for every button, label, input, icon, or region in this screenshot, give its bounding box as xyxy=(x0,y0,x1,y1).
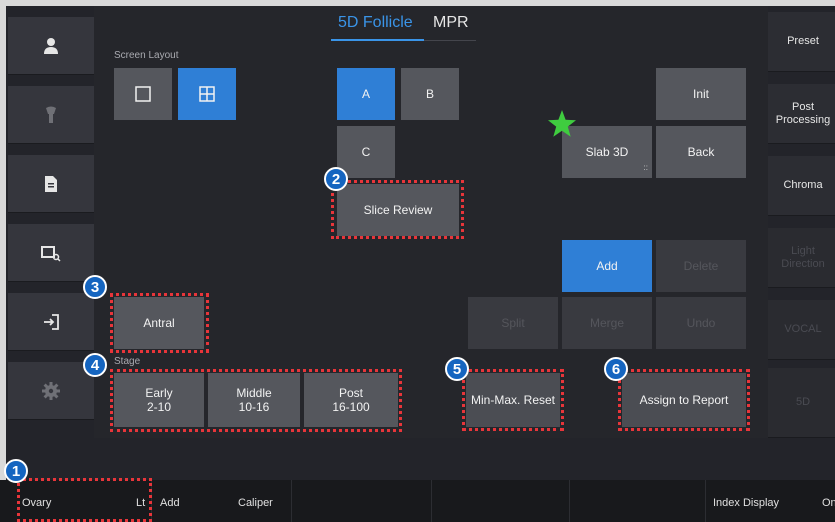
add-button[interactable]: Add xyxy=(562,240,652,292)
tab-mpr[interactable]: MPR xyxy=(433,14,469,32)
middle-stage-button[interactable]: Middle 10-16 xyxy=(208,373,300,427)
probe-icon xyxy=(46,106,56,123)
stage-label: Stage xyxy=(114,356,141,367)
add-caliper-selector[interactable]: Add Caliper xyxy=(152,480,292,522)
add-label: Add xyxy=(160,497,180,509)
star-icon xyxy=(548,110,576,137)
exit-icon xyxy=(44,313,59,330)
index-display-label: Index Display xyxy=(713,497,780,509)
init-button[interactable]: Init xyxy=(656,68,746,120)
document-icon xyxy=(45,175,57,192)
badge-3: 3 xyxy=(83,275,107,299)
post-stage-button[interactable]: Post 16-100 xyxy=(304,373,398,427)
gear-icon xyxy=(42,381,60,400)
undo-button[interactable]: Undo xyxy=(656,297,746,349)
ovary-selector[interactable]: Ovary Lt xyxy=(0,480,152,522)
badge-2: 2 xyxy=(324,167,348,191)
index-display-value: On xyxy=(822,497,835,509)
ovary-side-value: Lt xyxy=(136,497,146,509)
index-display-selector[interactable]: Index Display On xyxy=(706,480,835,522)
badge-5: 5 xyxy=(445,357,469,381)
review-button[interactable] xyxy=(8,224,94,282)
tab-divider xyxy=(424,40,476,41)
user-icon xyxy=(44,37,58,54)
split-button[interactable]: Split xyxy=(468,297,558,349)
view-c-button[interactable]: C xyxy=(337,126,395,178)
assign-to-report-button[interactable]: Assign to Report xyxy=(622,373,746,427)
antral-button[interactable]: Antral xyxy=(114,297,204,349)
slice-review-button[interactable]: Slice Review xyxy=(337,184,459,236)
chroma-button[interactable]: Chroma xyxy=(768,156,835,216)
bottom-slot-3[interactable] xyxy=(292,480,432,522)
bottom-slot-4[interactable] xyxy=(432,480,570,522)
grip-icon: :: xyxy=(643,163,648,172)
bottom-slot-5[interactable] xyxy=(570,480,706,522)
image-search-icon xyxy=(41,245,61,262)
badge-4: 4 xyxy=(83,353,107,377)
ovary-label: Ovary xyxy=(22,497,52,509)
single-view-icon xyxy=(135,86,151,102)
single-layout-button[interactable] xyxy=(114,68,172,120)
patient-button[interactable] xyxy=(8,17,94,75)
vocal-button[interactable]: VOCAL xyxy=(768,300,835,360)
badge-1: 1 xyxy=(4,459,28,483)
delete-button[interactable]: Delete xyxy=(656,240,746,292)
probe-button[interactable] xyxy=(8,86,94,144)
quad-layout-button[interactable] xyxy=(178,68,236,120)
badge-6: 6 xyxy=(604,357,628,381)
post-processing-button[interactable]: Post Processing xyxy=(768,84,835,144)
view-b-button[interactable]: B xyxy=(401,68,459,120)
early-stage-button[interactable]: Early 2-10 xyxy=(114,373,204,427)
caliper-value: Caliper xyxy=(238,497,273,509)
back-button[interactable]: Back xyxy=(656,126,746,178)
tab-5d-follicle[interactable]: 5D Follicle xyxy=(338,14,413,32)
settings-button[interactable] xyxy=(8,362,94,420)
report-button[interactable] xyxy=(8,155,94,213)
screen-layout-label: Screen Layout xyxy=(114,50,179,61)
min-max-reset-button[interactable]: Min-Max. Reset xyxy=(466,373,560,427)
quad-view-icon xyxy=(199,86,215,102)
exit-button[interactable] xyxy=(8,293,94,351)
preset-button[interactable]: Preset xyxy=(768,12,835,72)
merge-button[interactable]: Merge xyxy=(562,297,652,349)
active-tab-indicator xyxy=(331,39,424,41)
light-direction-button[interactable]: Light Direction xyxy=(768,228,835,288)
5d-button[interactable]: 5D xyxy=(768,368,835,438)
slab-3d-label: Slab 3D xyxy=(585,145,629,159)
view-a-button[interactable]: A xyxy=(337,68,395,120)
